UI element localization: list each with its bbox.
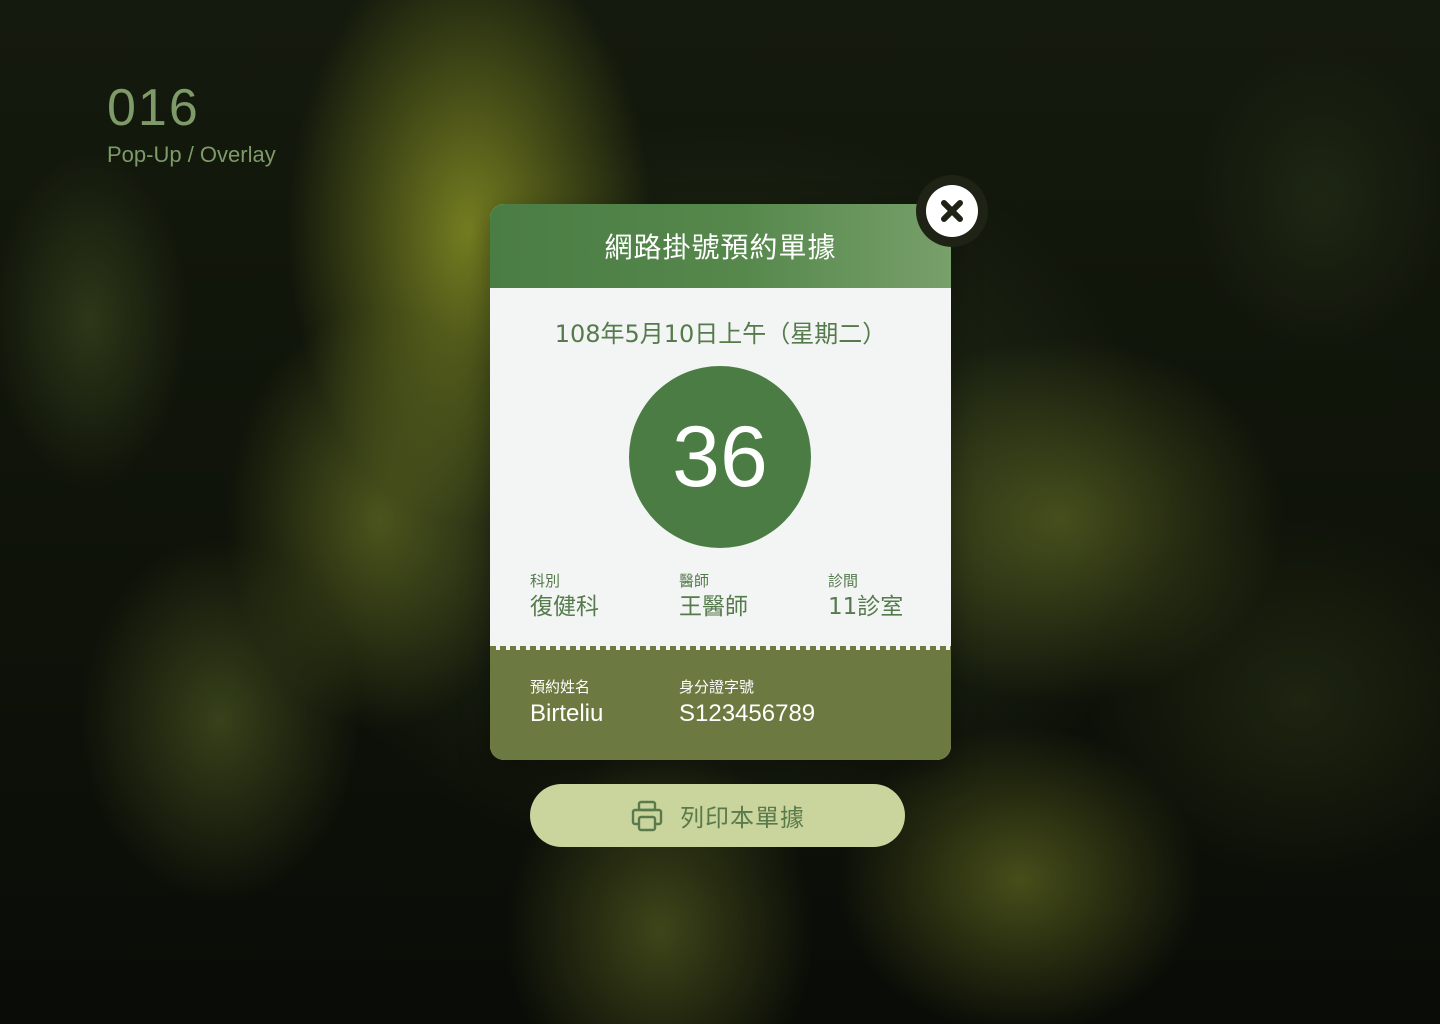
- info-room: 診間 11診室: [828, 572, 951, 624]
- card-footer: 預約姓名 Birteliu 身分證字號 S123456789: [490, 650, 951, 760]
- patient-name-value: Birteliu: [530, 700, 604, 727]
- card-title: 網路掛號預約單據: [604, 231, 837, 264]
- appointment-receipt-card: 網路掛號預約單據 108年5月10日上午（星期二） 36 科別 復健科 醫師 王…: [490, 204, 951, 760]
- patient-id-value: S123456789: [679, 700, 816, 727]
- room-label: 診間: [828, 572, 859, 590]
- info-department: 科別 復健科: [530, 572, 679, 624]
- room-value: 11診室: [828, 594, 904, 620]
- card-header: 網路掛號預約單據: [490, 204, 951, 288]
- info-doctor: 醫師 王醫師: [679, 572, 828, 624]
- print-receipt-button[interactable]: 列印本單據: [530, 784, 905, 847]
- appointment-date: 108年5月10日上午（星期二）: [554, 320, 887, 348]
- card-body: 108年5月10日上午（星期二） 36 科別 復健科 醫師 王醫師 診間 11診…: [490, 288, 951, 650]
- patient-id-label: 身分證字號: [679, 678, 755, 696]
- printer-icon: [631, 800, 663, 831]
- department-label: 科別: [530, 572, 561, 590]
- close-button-face[interactable]: [926, 185, 978, 237]
- doctor-label: 醫師: [679, 572, 710, 590]
- page-number: 016: [107, 79, 200, 137]
- department-value: 復健科: [530, 594, 599, 620]
- ticket-number-circle: 36: [629, 366, 811, 548]
- patient-name-label: 預約姓名: [530, 678, 591, 696]
- close-icon: [941, 200, 963, 222]
- print-button-label: 列印本單據: [680, 804, 805, 832]
- patient-name: 預約姓名 Birteliu: [530, 678, 679, 732]
- doctor-value: 王醫師: [679, 594, 748, 620]
- patient-info-row: 預約姓名 Birteliu 身分證字號 S123456789: [530, 678, 899, 732]
- patient-id: 身分證字號 S123456789: [679, 678, 899, 732]
- ticket-number: 36: [672, 409, 768, 505]
- appointment-info-row: 科別 復健科 醫師 王醫師 診間 11診室: [530, 572, 951, 624]
- page-subtitle: Pop-Up / Overlay: [107, 142, 276, 167]
- close-button[interactable]: [916, 175, 988, 247]
